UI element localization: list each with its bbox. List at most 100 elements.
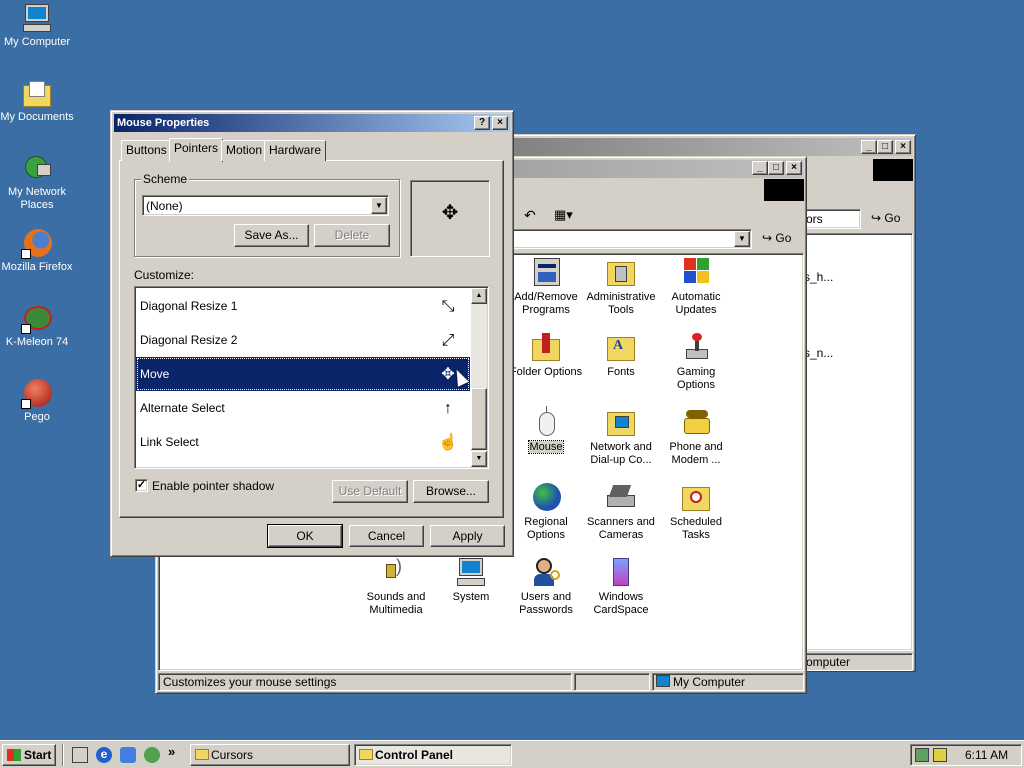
minimize-button[interactable]: _: [752, 161, 768, 175]
dialog-titlebar[interactable]: Mouse Properties: [114, 114, 510, 132]
tab-motion[interactable]: Motion: [221, 140, 268, 161]
cp-item-scheduled-tasks[interactable]: Scheduled Tasks: [658, 481, 734, 542]
outlook-express-icon[interactable]: [120, 747, 136, 763]
desktop-icon-firefox[interactable]: ↗ Mozilla Firefox: [0, 227, 74, 274]
ok-button[interactable]: OK: [267, 524, 343, 548]
control-panel-icon: [359, 749, 373, 760]
dialog-title: Mouse Properties: [117, 117, 210, 129]
vertical-scrollbar[interactable]: ▲ ▼: [471, 288, 487, 467]
scheme-group-label: Scheme: [141, 172, 190, 186]
scheme-dropdown[interactable]: (None) ▼: [142, 195, 389, 216]
cursors-titlebar[interactable]: [504, 138, 912, 156]
undo-icon[interactable]: ↶: [524, 207, 536, 224]
list-item[interactable]: s_n...: [804, 346, 833, 360]
quick-launch-separator: [62, 744, 64, 766]
pointer-preview: ✥: [410, 180, 490, 257]
cp-item-gaming-options[interactable]: Gaming Options: [658, 331, 734, 392]
enable-pointer-shadow-label[interactable]: Enable pointer shadow: [152, 479, 274, 493]
maximize-button[interactable]: □: [768, 161, 784, 175]
list-item-alternate-select[interactable]: Alternate Select ↑: [136, 391, 470, 425]
k-meleon-icon: ↗: [21, 302, 53, 334]
status-bar: omputer: [801, 653, 913, 671]
tray-display-icon[interactable]: [933, 748, 947, 762]
show-desktop-icon[interactable]: [72, 747, 88, 763]
start-button[interactable]: Start: [2, 744, 56, 766]
go-icon: ↪: [762, 231, 773, 245]
maximize-button[interactable]: □: [877, 140, 893, 154]
cancel-button[interactable]: Cancel: [349, 525, 424, 547]
desktop-icon-label: Mozilla Firefox: [1, 261, 73, 273]
scroll-up-button[interactable]: ▲: [471, 288, 487, 304]
address-combo[interactable]: ors: [801, 209, 861, 229]
list-item-diagonal-resize-2[interactable]: Diagonal Resize 2 ⤢: [136, 323, 470, 357]
tab-pointers[interactable]: Pointers: [169, 138, 224, 162]
delete-button[interactable]: Delete: [314, 224, 390, 247]
chevron-down-icon[interactable]: ▼: [734, 231, 750, 247]
cp-item-phone-modem[interactable]: Phone and Modem ...: [658, 406, 734, 467]
apply-button[interactable]: Apply: [430, 525, 505, 547]
list-item-link-select[interactable]: Link Select ☝: [136, 425, 470, 459]
views-icon[interactable]: ▦▾: [554, 207, 573, 223]
desktop-icon-my-computer[interactable]: My Computer: [0, 2, 74, 49]
cp-item-system[interactable]: System: [433, 556, 509, 604]
quick-launch-chevron[interactable]: »: [168, 744, 175, 759]
cp-item-administrative-tools[interactable]: Administrative Tools: [583, 256, 659, 317]
regional-options-icon: [530, 481, 562, 513]
my-computer-icon: [656, 675, 670, 687]
go-button[interactable]: ↪ Go: [762, 231, 791, 245]
list-item-move[interactable]: Move ✥: [136, 357, 470, 391]
diagonal-resize-2-cursor-icon: ⤢: [441, 332, 455, 349]
phone-modem-icon: [680, 406, 712, 438]
cp-item-sounds-multimedia[interactable]: ) Sounds and Multimedia: [358, 556, 434, 617]
sounds-multimedia-icon: ): [380, 556, 412, 588]
list-item-diagonal-resize-1[interactable]: Diagonal Resize 1 ⤡: [136, 289, 470, 323]
internet-explorer-icon[interactable]: e: [96, 747, 112, 763]
save-as-button[interactable]: Save As...: [234, 224, 309, 247]
cp-item-network-dialup[interactable]: Network and Dial-up Co...: [583, 406, 659, 467]
close-button[interactable]: ×: [786, 161, 802, 175]
use-default-button[interactable]: Use Default: [332, 480, 408, 503]
automatic-updates-icon: [680, 256, 712, 288]
pego-icon: ↗: [21, 377, 53, 409]
close-button[interactable]: ×: [895, 140, 911, 154]
cp-item-automatic-updates[interactable]: Automatic Updates: [658, 256, 734, 317]
cp-item-fonts[interactable]: A Fonts: [583, 331, 659, 379]
cp-item-scanners-cameras[interactable]: Scanners and Cameras: [583, 481, 659, 542]
cp-item-folder-options[interactable]: Folder Options: [508, 331, 584, 379]
cp-item-users-passwords[interactable]: Users and Passwords: [508, 556, 584, 617]
desktop-icon-my-documents[interactable]: My Documents: [0, 77, 74, 124]
media-icon[interactable]: [144, 747, 160, 763]
pointer-list[interactable]: Diagonal Resize 1 ⤡ Diagonal Resize 2 ⤢ …: [134, 286, 489, 469]
clock[interactable]: 6:11 AM: [965, 748, 1008, 762]
browse-button[interactable]: Browse...: [413, 480, 489, 503]
chevron-down-icon[interactable]: ▼: [371, 197, 387, 214]
address-combo[interactable]: ▼: [506, 229, 752, 249]
cardspace-icon: [605, 556, 637, 588]
tray-network-icon[interactable]: [915, 748, 929, 762]
enable-pointer-shadow-checkbox[interactable]: ✓: [135, 479, 148, 492]
customize-label: Customize:: [134, 268, 195, 282]
desktop-icon-pego[interactable]: ↗ Pego: [0, 377, 74, 424]
cp-item-add-remove-programs[interactable]: Add/Remove Programs: [508, 256, 584, 317]
list-item[interactable]: s_h...: [804, 270, 833, 284]
system-tray: 6:11 AM: [910, 744, 1022, 766]
scanners-cameras-icon: [605, 481, 637, 513]
go-button[interactable]: ↪ Go: [871, 211, 900, 225]
cp-item-cardspace[interactable]: Windows CardSpace: [583, 556, 659, 617]
help-button[interactable]: ?: [474, 116, 490, 130]
minimize-button[interactable]: _: [861, 140, 877, 154]
network-dialup-icon: [605, 406, 637, 438]
cursors-file-list[interactable]: s_h... s_n...: [801, 233, 913, 651]
administrative-tools-icon: [605, 256, 637, 288]
desktop-icon-network-places[interactable]: My Network Places: [0, 152, 74, 212]
tab-buttons[interactable]: Buttons: [121, 140, 172, 161]
cp-item-regional-options[interactable]: Regional Options: [508, 481, 584, 542]
scroll-thumb[interactable]: [471, 388, 487, 450]
close-button[interactable]: ×: [492, 116, 508, 130]
tab-hardware[interactable]: Hardware: [264, 140, 327, 161]
taskbar-button-cursors[interactable]: Cursors: [190, 744, 350, 766]
cp-item-mouse[interactable]: Mouse: [508, 406, 584, 454]
taskbar-button-control-panel[interactable]: Control Panel: [354, 744, 512, 766]
scroll-down-button[interactable]: ▼: [471, 451, 487, 467]
desktop-icon-k-meleon[interactable]: ↗ K-Meleon 74: [0, 302, 74, 349]
